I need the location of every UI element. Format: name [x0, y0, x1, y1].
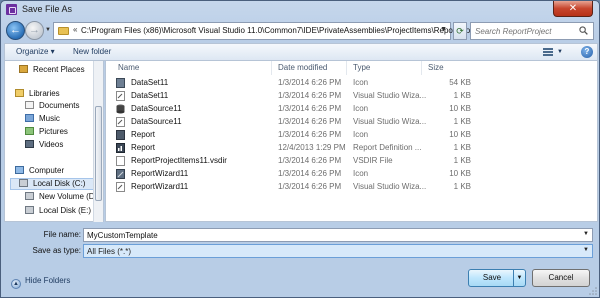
wizard-file-icon [116, 182, 125, 192]
address-row: ← → ▼ « C:\Program Files (x86)\Microsoft… [1, 19, 599, 43]
nav-item-pictures[interactable]: Pictures [25, 127, 68, 139]
file-name-label: File name: [43, 230, 81, 239]
libraries-icon [15, 89, 24, 97]
command-toolbar: Organize ▾ New folder ▼ ? [4, 43, 598, 61]
hide-folders-toggle[interactable]: ▲ Hide Folders [11, 276, 70, 289]
file-row[interactable]: Report 1/3/2014 6:26 PM Icon 10 KB [106, 129, 586, 141]
chevron-up-icon: ▲ [11, 279, 21, 289]
videos-icon [25, 140, 34, 148]
navigation-pane: Recent Places Libraries Documents Music … [4, 61, 104, 222]
column-divider[interactable] [346, 61, 347, 75]
title-bar: Save File As ✕ [1, 1, 599, 19]
drive-icon [19, 179, 28, 187]
nav-item-videos[interactable]: Videos [25, 140, 63, 152]
nav-item-computer[interactable]: Computer [15, 166, 64, 178]
nav-pane-scrollbar[interactable] [93, 61, 103, 222]
report-file-icon [116, 143, 125, 153]
search-input[interactable] [475, 25, 575, 37]
computer-icon [15, 166, 24, 174]
file-row[interactable]: ReportWizard11 1/3/2014 6:26 PM Icon 10 KB [106, 168, 586, 180]
address-overflow-chevron[interactable]: « [73, 25, 77, 34]
drive-icon [25, 192, 34, 200]
save-button[interactable]: Save ▼ [468, 269, 526, 287]
address-dropdown-icon[interactable]: ▼ [440, 26, 447, 33]
column-header-size[interactable]: Size [428, 63, 444, 72]
address-bar[interactable]: « C:\Program Files (x86)\Microsoft Visua… [53, 22, 483, 40]
help-icon[interactable]: ? [581, 46, 593, 58]
window-title: Save File As [22, 4, 73, 14]
file-name-field[interactable]: ▼ [83, 228, 593, 242]
back-arrow-icon: ← [10, 24, 21, 36]
save-as-type-label: Save as type: [32, 246, 81, 255]
wizard-file-icon [116, 91, 125, 101]
icon-file-icon [116, 169, 125, 179]
icon-file-icon [116, 78, 125, 88]
pictures-icon [25, 127, 34, 135]
file-row[interactable]: DataSource11 1/3/2014 6:26 PM Icon 10 KB [106, 103, 586, 115]
file-row[interactable]: ReportWizard11 1/3/2014 6:26 PM Visual Stu… [106, 181, 586, 193]
search-icon[interactable] [579, 26, 588, 35]
wizard-file-icon [116, 117, 125, 127]
view-dropdown-icon[interactable]: ▼ [557, 49, 563, 55]
nav-item-recent-places[interactable]: Recent Places [19, 65, 85, 77]
chevron-down-icon[interactable]: ▼ [583, 231, 589, 237]
address-path: C:\Program Files (x86)\Microsoft Visual … [81, 26, 483, 35]
new-folder-button[interactable]: New folder [73, 47, 111, 56]
file-row[interactable]: DataSource11 1/3/2014 6:26 PM Visual Studi… [106, 116, 586, 128]
nav-item-local-disk-e[interactable]: Local Disk (E:) [25, 206, 91, 218]
icon-file-icon [116, 130, 125, 140]
file-name-input[interactable] [87, 230, 545, 241]
chevron-down-icon[interactable]: ▼ [583, 247, 589, 253]
search-box[interactable] [470, 22, 594, 40]
column-header-type[interactable]: Type [353, 63, 370, 72]
forward-button[interactable]: → [25, 21, 44, 40]
nav-item-new-volume-d[interactable]: New Volume (D:) [25, 192, 99, 204]
file-list: Name Date modified Type Size DataSet11 1/… [105, 61, 598, 222]
nav-item-local-disk-c[interactable]: Local Disk (C:) [10, 178, 96, 190]
recent-places-icon [19, 65, 28, 73]
documents-icon [25, 101, 34, 109]
close-button[interactable]: ✕ [553, 1, 593, 17]
hide-folders-label: Hide Folders [25, 276, 71, 285]
organize-menu[interactable]: Organize ▾ [16, 47, 55, 56]
resize-grip-icon[interactable] [589, 287, 597, 295]
visual-studio-icon [6, 4, 17, 15]
column-header-date-modified[interactable]: Date modified [278, 63, 327, 72]
view-options-icon[interactable] [543, 48, 553, 56]
forward-arrow-icon: → [29, 24, 40, 36]
file-row[interactable]: DataSet11 1/3/2014 6:26 PM Visual Studio W… [106, 90, 586, 102]
file-row[interactable]: Report 12/4/2013 1:29 PM Report Definition… [106, 142, 586, 154]
cancel-button[interactable]: Cancel [532, 269, 590, 287]
scrollbar-thumb[interactable] [95, 106, 102, 201]
save-button-label: Save [482, 273, 502, 282]
nav-item-documents[interactable]: Documents [25, 101, 79, 113]
column-header-name[interactable]: Name [118, 63, 139, 72]
back-button[interactable]: ← [6, 21, 25, 40]
save-file-as-dialog: Save File As ✕ ← → ▼ « C:\Program Files … [0, 0, 600, 298]
save-as-type-value: All Files (*.*) [87, 247, 132, 256]
save-options-dropdown[interactable]: ▼ [513, 270, 525, 286]
document-file-icon [116, 156, 125, 166]
drive-icon [25, 206, 34, 214]
file-row[interactable]: ReportProjectItems11.vsdir 1/3/2014 6:26 … [106, 155, 586, 167]
column-divider[interactable] [421, 61, 422, 75]
folder-icon [58, 27, 69, 35]
nav-item-libraries[interactable]: Libraries [15, 89, 60, 101]
icon-file-icon [116, 104, 125, 114]
save-as-type-select[interactable]: All Files (*.*) ▼ [83, 244, 593, 258]
music-icon [25, 114, 34, 122]
file-row[interactable]: DataSet11 1/3/2014 6:26 PM Icon 54 KB [106, 77, 586, 89]
nav-item-music[interactable]: Music [25, 114, 60, 126]
refresh-icon: ⟳ [456, 26, 464, 36]
column-divider[interactable] [271, 61, 272, 75]
recent-locations-dropdown[interactable]: ▼ [45, 27, 51, 33]
refresh-button[interactable]: ⟳ [453, 22, 467, 40]
